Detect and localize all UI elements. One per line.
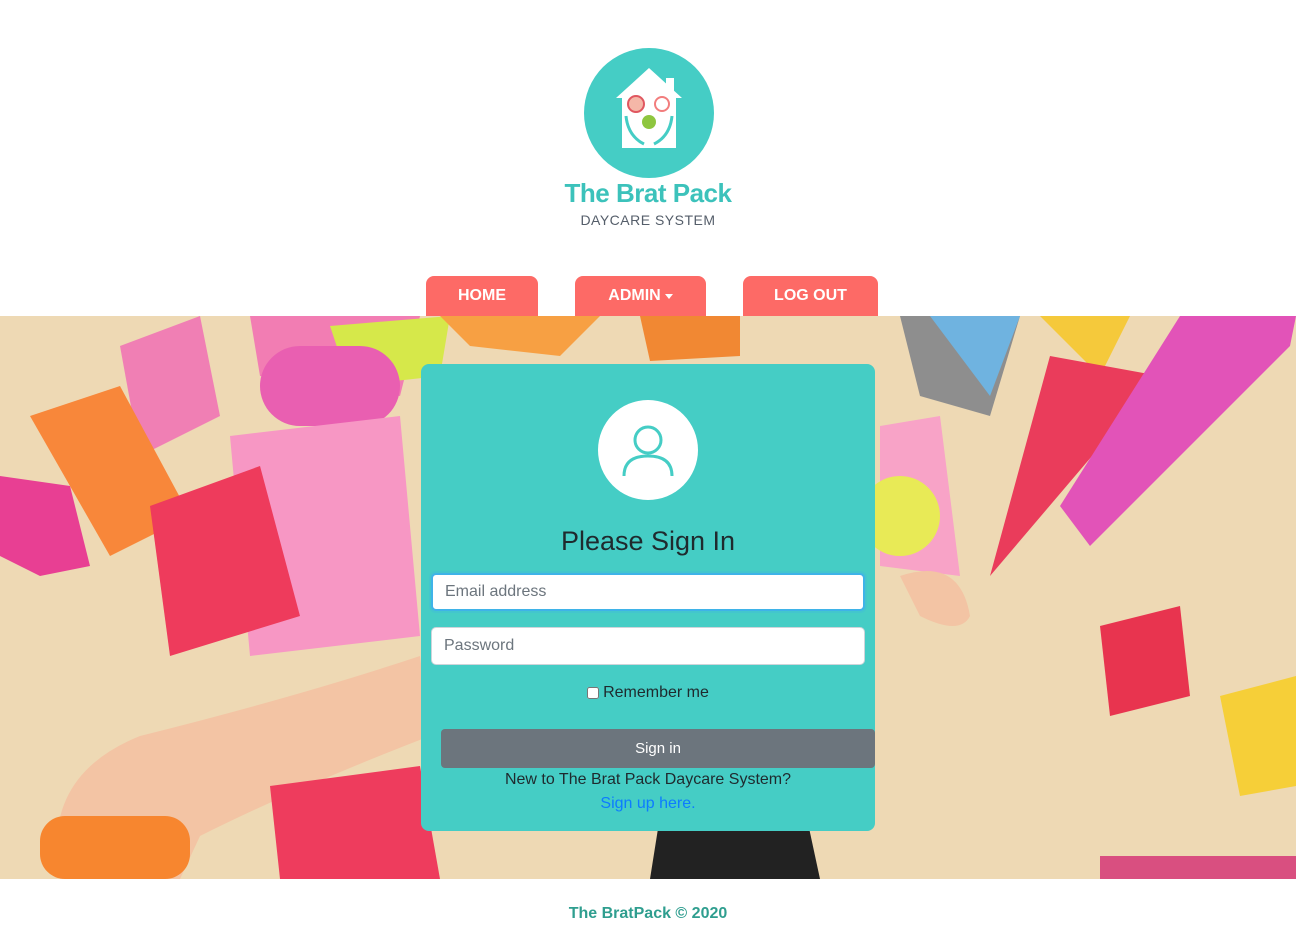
remember-me-row[interactable]: Remember me (421, 684, 875, 702)
nav-logout-label: LOG OUT (774, 287, 847, 304)
login-title: Please Sign In (560, 526, 736, 556)
sign-in-button[interactable]: Sign in (441, 729, 875, 768)
new-user-text: New to The Brat Pack Daycare System? (504, 771, 792, 788)
logo-circle (584, 48, 714, 178)
caret-down-icon (664, 293, 673, 299)
brand-subtitle: DAYCARE SYSTEM (580, 212, 716, 228)
user-icon-glyph (622, 425, 674, 477)
remember-me-label: Remember me (603, 684, 709, 701)
password-field[interactable] (431, 627, 865, 665)
brand-logo[interactable]: The Brat Pack DAYCARE SYSTEM (560, 44, 736, 234)
nav-home-label: HOME (458, 287, 506, 304)
email-field[interactable] (431, 573, 865, 611)
nav-logout-button[interactable]: LOG OUT (743, 276, 878, 316)
nav-admin-label: ADMIN (608, 287, 661, 304)
brand-name: The Brat Pack (564, 178, 732, 208)
login-card: Please Sign In Remember me Sign in New t… (421, 364, 875, 831)
remember-me-checkbox[interactable] (587, 687, 600, 699)
user-icon (598, 400, 698, 500)
nav-home-button[interactable]: HOME (426, 276, 538, 316)
page: The Brat Pack DAYCARE SYSTEM HOME ADMIN … (0, 0, 1296, 951)
house-hands-logo-icon (616, 68, 682, 148)
nav-admin-dropdown[interactable]: ADMIN (575, 276, 706, 316)
sign-up-link[interactable]: Sign up here. (421, 795, 875, 813)
footer-copyright: The BratPack © 2020 (568, 905, 728, 922)
